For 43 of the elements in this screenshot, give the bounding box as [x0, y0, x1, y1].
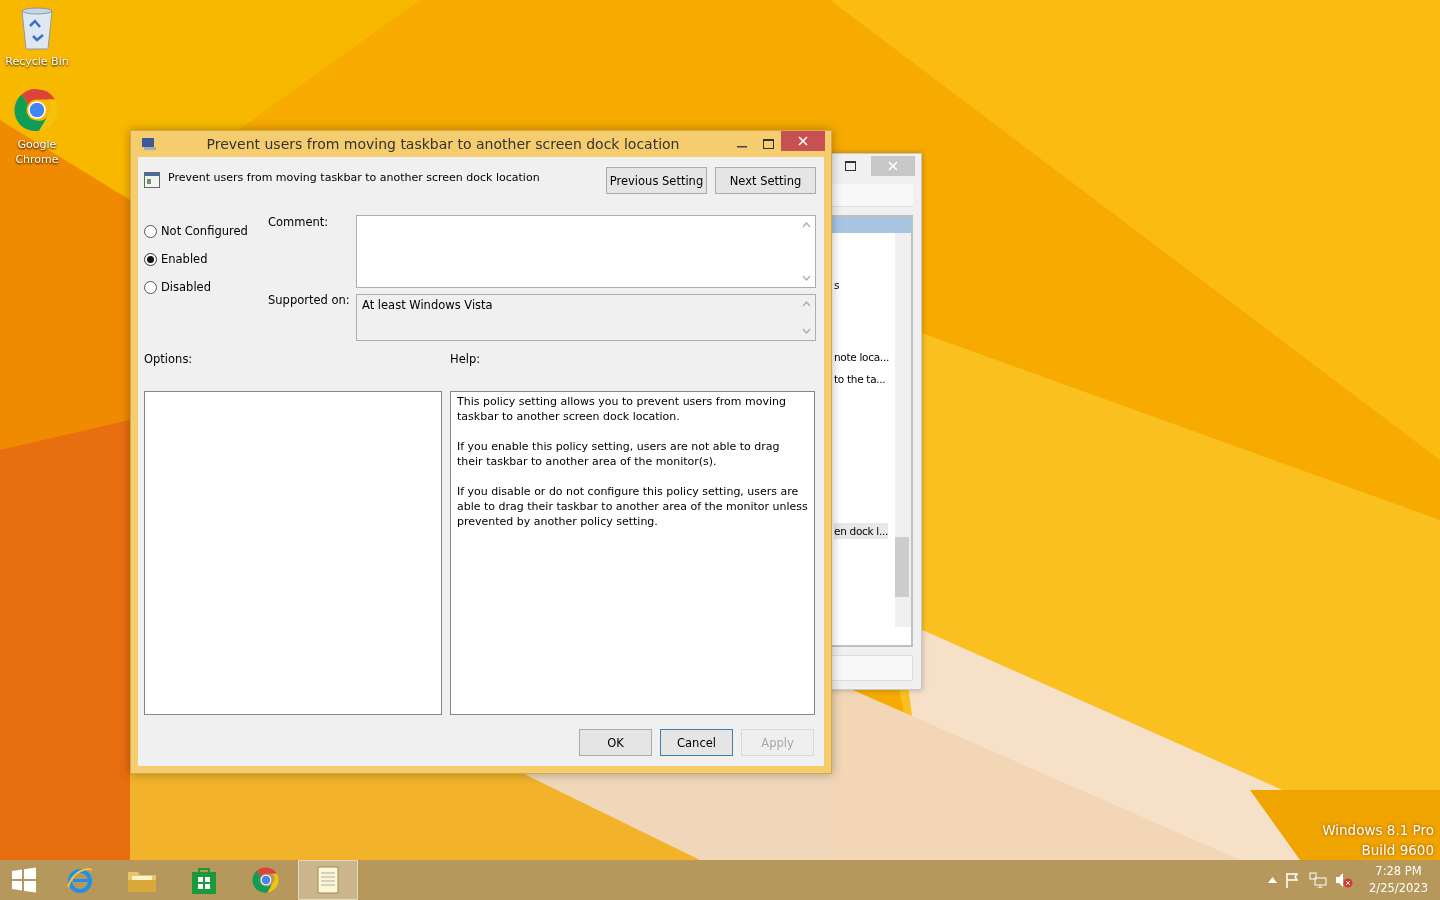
browser-e-icon — [65, 865, 95, 895]
chrome-icon — [251, 865, 281, 895]
radio-option[interactable]: Disabled — [144, 279, 268, 295]
setting-name: Prevent users from moving taskbar to another screen dock location — [168, 171, 540, 185]
speaker-muted-icon[interactable] — [1335, 872, 1354, 888]
policy-icon — [144, 172, 160, 188]
scroll-up-icon[interactable] — [802, 300, 811, 307]
os-edition-text: Windows 8.1 Pro — [1322, 822, 1434, 838]
options-label: Options: — [144, 352, 194, 366]
network-icon[interactable] — [1309, 872, 1328, 888]
dialog-button[interactable]: OK — [579, 729, 652, 756]
supported-field: At least Windows Vista — [356, 293, 816, 341]
list-item[interactable]: s — [834, 277, 840, 293]
windows-logo-icon — [11, 867, 37, 893]
scroll-up-icon[interactable] — [802, 222, 811, 228]
close-icon — [888, 161, 898, 171]
previous-setting-button[interactable]: Previous Setting — [606, 167, 707, 194]
comment-field[interactable] — [356, 215, 816, 288]
list-item[interactable]: note loca... — [834, 349, 889, 365]
show-hidden-icons-icon[interactable] — [1268, 877, 1278, 883]
window-title: Prevent users from moving taskbar to another screen dock location — [205, 136, 681, 152]
shopping-bag-icon — [190, 865, 218, 895]
list-item[interactable]: to the ta... — [834, 371, 886, 387]
help-text: If you disable or do not configure this policy setting, users are able to drag their taskbar to another area of the monitor unless prevented by another policy setting. — [457, 484, 808, 529]
help-text: If you enable this policy setting, users are not able to drag their taskbar to another area of the monitor(s). — [457, 439, 781, 469]
os-edition-text: Build 9600 — [1361, 842, 1434, 858]
next-setting-button[interactable]: Next Setting — [715, 167, 816, 194]
scroll-down-icon[interactable] — [802, 328, 811, 334]
comment-label: Comment: — [268, 215, 330, 229]
scroll-down-icon[interactable] — [802, 274, 811, 281]
help-label: Help: — [450, 352, 481, 366]
taskbar-app[interactable] — [298, 860, 358, 900]
radio-option[interactable]: Enabled — [144, 251, 268, 267]
computer-icon — [141, 137, 157, 151]
dialog-button[interactable]: Cancel — [660, 729, 733, 756]
help-text: This policy setting allows you to prevent users from moving taskbar to another screen dock location. — [457, 394, 787, 424]
notepad-icon — [316, 865, 340, 895]
radio-option[interactable]: Not Configured — [144, 223, 268, 239]
supported-label: Supported on: — [268, 293, 351, 307]
scrollbar[interactable] — [895, 233, 911, 627]
close-button[interactable] — [871, 156, 915, 176]
close-icon — [798, 136, 808, 146]
list-item[interactable]: en dock l... — [834, 523, 889, 539]
